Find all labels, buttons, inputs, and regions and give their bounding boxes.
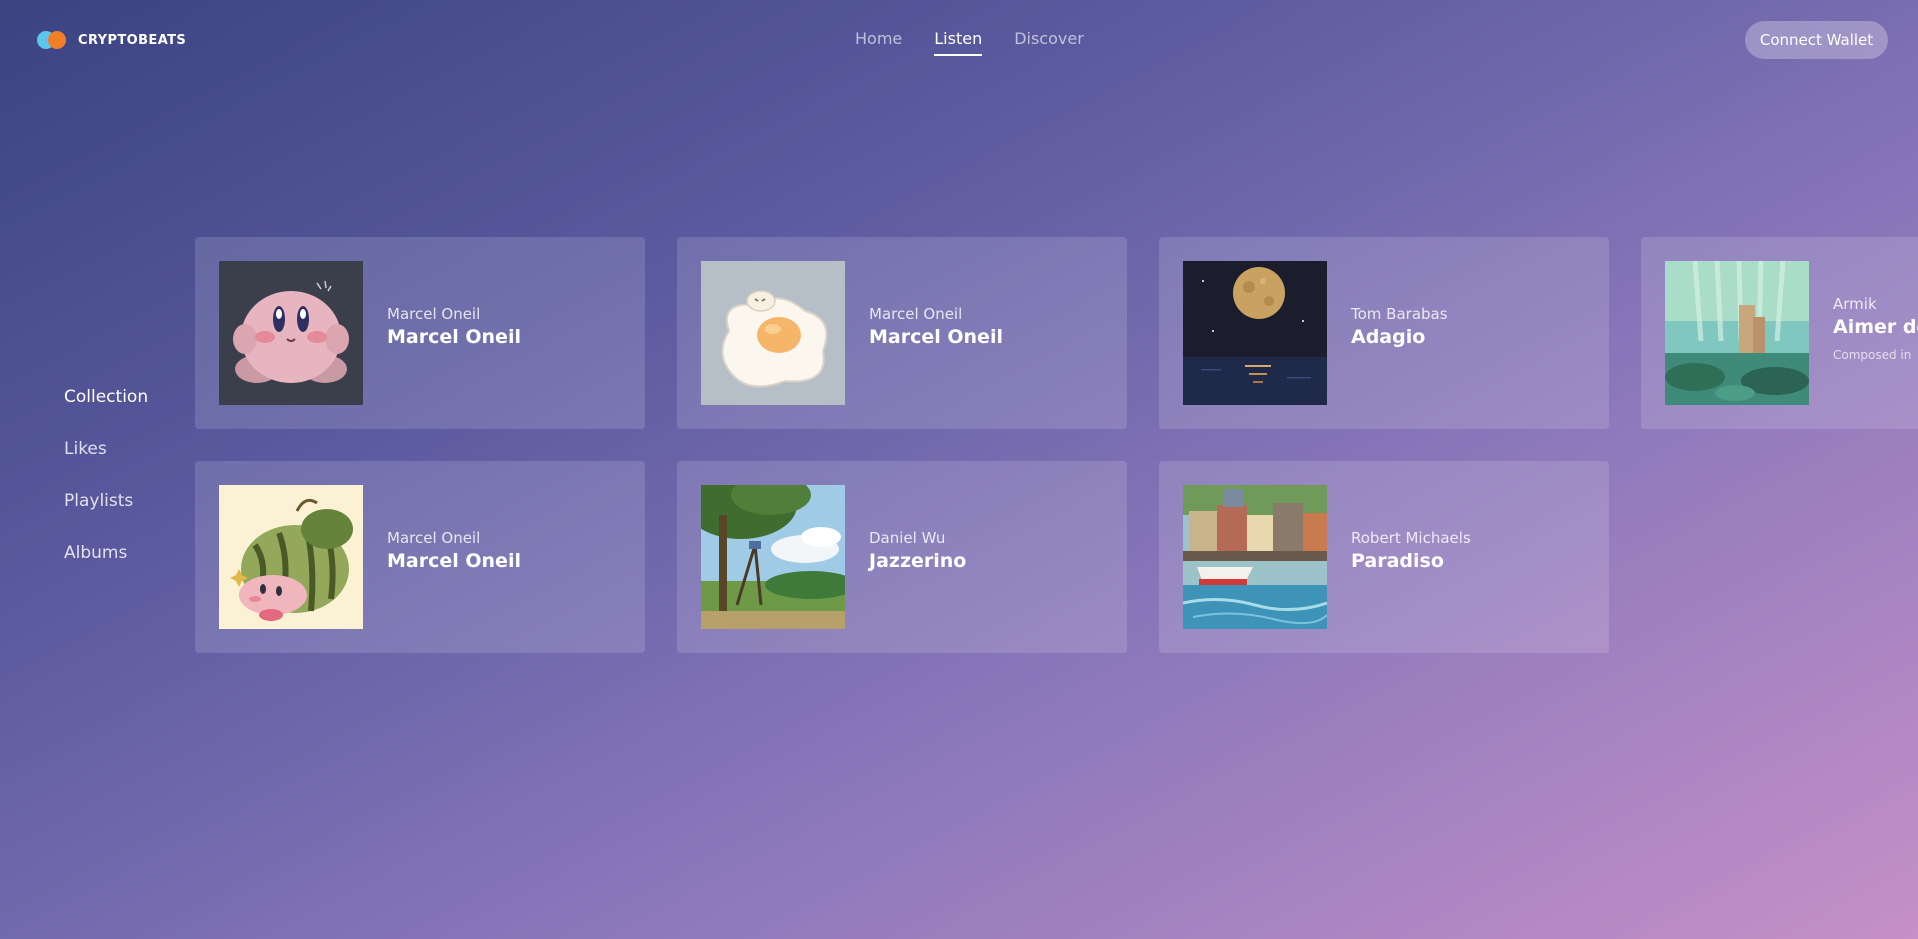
album-art — [701, 485, 845, 629]
card-text: Marcel Oneil Marcel Oneil — [387, 529, 521, 572]
sidebar-item-albums[interactable]: Albums — [64, 543, 148, 595]
logo-icon — [37, 30, 67, 50]
album-art — [1183, 261, 1327, 405]
card-text: Marcel Oneil Marcel Oneil — [869, 305, 1003, 348]
moon-over-ocean-art — [1183, 261, 1327, 405]
card-artist: Marcel Oneil — [387, 305, 481, 323]
sidebar-item-playlists[interactable]: Playlists — [64, 491, 148, 543]
card-title: Jazzerino — [869, 550, 967, 572]
card-artist: Daniel Wu — [869, 529, 946, 547]
card-text: Robert Michaels Paradiso — [1351, 529, 1471, 572]
card-artist: Robert Michaels — [1351, 529, 1471, 547]
track-card[interactable]: Robert Michaels Paradiso — [1159, 461, 1609, 653]
card-subtitle: Composed in — [1833, 348, 1912, 362]
album-art — [1183, 485, 1327, 629]
card-text: Daniel Wu Jazzerino — [869, 529, 966, 572]
nav-listen[interactable]: Listen — [934, 29, 983, 56]
sidebar-item-collection[interactable]: Collection — [64, 387, 148, 439]
card-title: Marcel Oneil — [387, 326, 521, 348]
card-text: Tom Barabas Adagio — [1351, 305, 1448, 348]
track-card[interactable]: Daniel Wu Jazzerino — [677, 461, 1127, 653]
card-title: Adagio — [1351, 326, 1426, 348]
album-art — [701, 261, 845, 405]
harbor-town-art — [1183, 485, 1327, 629]
sidebar: Collection Likes Playlists Albums — [64, 387, 148, 595]
card-title: Marcel Oneil — [869, 326, 1003, 348]
track-card[interactable]: Marcel Oneil Marcel Oneil — [195, 237, 645, 429]
track-card[interactable]: Armik Aimer de Composed in — [1641, 237, 1918, 429]
card-title: Paradiso — [1351, 550, 1444, 572]
album-art — [219, 485, 363, 629]
album-art — [1665, 261, 1809, 405]
card-text: Marcel Oneil Marcel Oneil — [387, 305, 521, 348]
puffball-with-melon-art — [219, 485, 363, 629]
card-artist: Tom Barabas — [1351, 305, 1448, 323]
album-art — [219, 261, 363, 405]
nav-home[interactable]: Home — [855, 29, 902, 56]
card-artist: Marcel Oneil — [869, 305, 963, 323]
track-card[interactable]: Marcel Oneil Marcel Oneil — [677, 237, 1127, 429]
summer-tree-landscape-art — [701, 485, 845, 629]
card-artist: Marcel Oneil — [387, 529, 481, 547]
track-card[interactable]: Marcel Oneil Marcel Oneil — [195, 461, 645, 653]
sidebar-item-likes[interactable]: Likes — [64, 439, 148, 491]
nav-discover[interactable]: Discover — [1014, 29, 1084, 56]
app-logo[interactable]: CRYPTOBEATS — [37, 30, 186, 50]
fried-egg-character-art — [701, 261, 845, 405]
card-title: Marcel Oneil — [387, 550, 521, 572]
card-artist: Armik — [1833, 295, 1877, 313]
app-name: CRYPTOBEATS — [78, 32, 187, 48]
top-nav: Home Listen Discover — [855, 29, 1084, 56]
connect-wallet-button[interactable]: Connect Wallet — [1745, 21, 1888, 59]
pink-puffball-character-art — [219, 261, 363, 405]
underwater-ruins-art — [1665, 261, 1809, 405]
track-card[interactable]: Tom Barabas Adagio — [1159, 237, 1609, 429]
card-text: Armik Aimer de Composed in — [1833, 295, 1918, 362]
card-title: Aimer de — [1833, 316, 1918, 338]
